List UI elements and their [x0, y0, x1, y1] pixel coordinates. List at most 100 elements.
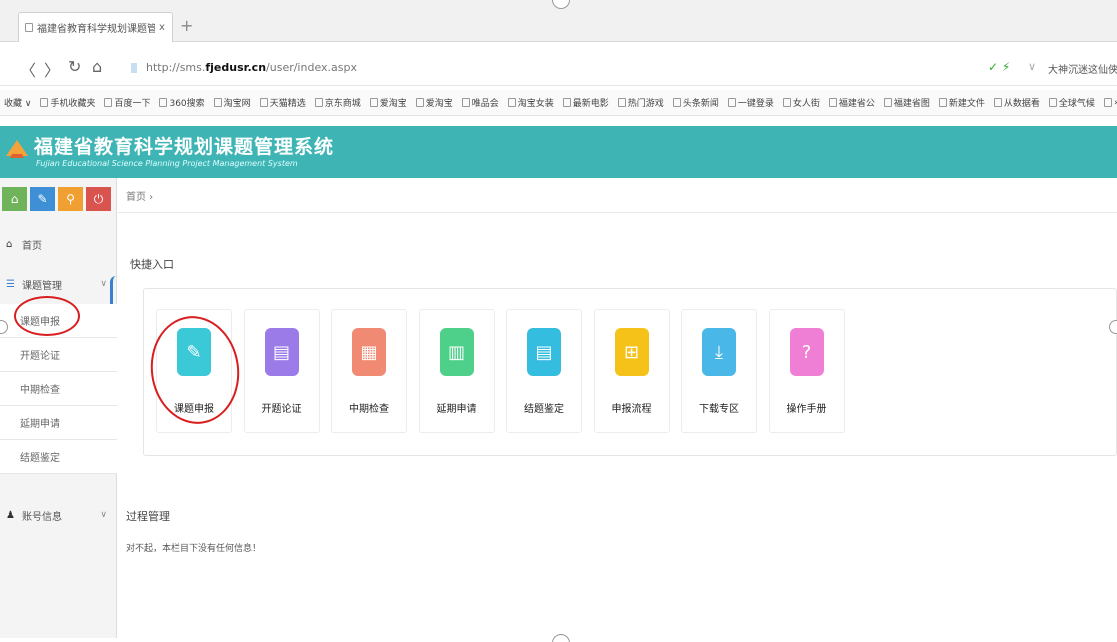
document-search-icon: ▦ [352, 328, 386, 376]
quick-entry-tile[interactable]: ▤ 结题鉴定 [506, 309, 582, 433]
bookmark-label: 最新电影 [572, 99, 609, 109]
quick-entry-tile[interactable]: ▦ 中期检查 [331, 309, 407, 433]
bookmark-label: 爱淘宝 [379, 99, 407, 109]
bookmark-item[interactable]: 手机收藏夹 [40, 96, 95, 109]
search-icon[interactable]: ⚲ [58, 187, 83, 211]
bookmark-label: 福建省图 [893, 99, 930, 109]
sidebar-item-label: 课题管理 [22, 280, 62, 292]
bookmark-item[interactable]: 京东商城 [314, 96, 361, 109]
quick-entry-tile[interactable]: ▥ 延期申请 [418, 309, 495, 433]
bookmark-item[interactable]: 女人街 [782, 96, 820, 109]
home-button[interactable]: ⌂ [92, 57, 102, 76]
sidebar-subitem[interactable]: 延期申请 [0, 406, 117, 440]
bookmark-item[interactable]: 唯品会 [461, 96, 499, 109]
bookmark-icon [159, 98, 168, 107]
site-info-icon[interactable] [131, 63, 137, 73]
power-icon[interactable]: ⏻ [86, 187, 111, 211]
page-icon [25, 23, 33, 32]
bookmark-icon [213, 98, 222, 107]
bookmark-label: 女人街 [792, 99, 820, 109]
sidebar-item-home[interactable]: ⌂ 首页 [0, 234, 117, 254]
tile-label: 开题论证 [261, 404, 302, 415]
bookmark-item[interactable]: 天猫精选 [259, 96, 306, 109]
home-icon[interactable]: ⌂ [2, 187, 27, 211]
reload-button[interactable]: ↻ [68, 57, 81, 76]
close-tab-icon[interactable]: x [159, 22, 165, 33]
sidebar-item-label: 账号信息 [22, 511, 62, 523]
tile-label: 操作手册 [786, 404, 827, 415]
address-bar: 〈 〉 ↻ ⌂ http://sms.fjedusr.cn/user/index… [0, 50, 1117, 86]
user-icon: ♟ [6, 509, 15, 521]
bookmarks-bar: 收藏 ∨ 手机收藏夹 百度一下 360搜索 淘宝网 天猫精选 京东商城 爱淘宝 爱淘宝 唯品会 淘宝… [0, 90, 1117, 116]
quick-entry-tile[interactable]: ▤ 开题论证 [243, 309, 320, 433]
sidebar-subitem[interactable]: 中期检查 [0, 372, 117, 406]
bookmark-label: 360搜索 [169, 99, 205, 109]
sidebar-item-label: 首页 [22, 240, 42, 252]
browser-tab[interactable]: 福建省教育科学规划课题管理系 x [18, 12, 173, 42]
bookmark-item[interactable]: 头条新闻 [672, 96, 719, 109]
bookmark-item[interactable]: 福建省图 [883, 96, 930, 109]
bookmark-item[interactable]: 淘宝女装 [507, 96, 554, 109]
addr-dropdown-icon[interactable]: ∨ [1028, 60, 1036, 73]
quick-entry-tile[interactable]: ⤓ 下载专区 [681, 309, 757, 433]
bookmark-item[interactable]: 淘宝网 [213, 96, 251, 109]
bookmark-label: 唯品会 [471, 99, 499, 109]
sidebar-item-project-mgmt[interactable]: ☰ 课题管理 ∨ [0, 274, 117, 294]
pencil-icon[interactable]: ✎ [30, 187, 55, 211]
bookmark-icon [40, 98, 49, 107]
bookmark-item[interactable]: 新建文件 [938, 96, 985, 109]
tile-label: 下载专区 [699, 404, 739, 415]
bookmark-icon [617, 98, 626, 107]
bookmark-icon [727, 98, 736, 107]
bookmark-icon [314, 98, 323, 107]
tile-label: 结题鉴定 [524, 404, 564, 415]
bookmark-label: 从数据看 [1003, 99, 1040, 109]
extension-icons[interactable]: ✓ ⚡ [988, 60, 1010, 74]
back-button[interactable]: 〈 [20, 57, 36, 81]
bookmark-icon [461, 98, 470, 107]
bookmark-label: 头条新闻 [682, 99, 719, 109]
bookmark-label: 手机收藏夹 [50, 99, 96, 109]
download-icon: ⤓ [702, 328, 736, 376]
resize-handle-right [1109, 320, 1117, 334]
sidebar: ⌂ ✎ ⚲ ⏻ ⌂ 首页 ☰ 课题管理 ∨ 课题申报 开题论证 中期检查 延期申请 结题鉴定 … [0, 178, 117, 638]
bookmark-item[interactable]: 福建省公 [828, 96, 875, 109]
sidebar-item-account[interactable]: ♟ 账号信息 ∨ [0, 498, 117, 532]
chevron-down-icon: ∨ [100, 279, 107, 289]
chevron-down-icon: ∨ [100, 510, 107, 520]
new-tab-button[interactable]: + [180, 16, 193, 35]
bookmark-item[interactable]: 从数据看 [993, 96, 1040, 109]
forward-button[interactable]: 〉 [44, 57, 60, 81]
bookmark-item[interactable]: 全球气候 [1048, 96, 1095, 109]
bookmark-item[interactable]: 最新电影 [562, 96, 609, 109]
bookmark-item[interactable]: 360搜索 [159, 96, 205, 109]
bookmark-icon [507, 98, 516, 107]
bookmark-item[interactable]: 爱淘宝 [369, 96, 407, 109]
app-title: 福建省教育科学规划课题管理系统 [34, 136, 335, 158]
bookmark-item[interactable]: 一键登录 [727, 96, 774, 109]
bookmark-item[interactable]: 百度一下 [104, 96, 150, 109]
bookmark-icon [259, 98, 268, 107]
book-icon: ▥ [439, 328, 474, 376]
search-suggestion[interactable]: 大神沉迷这仙侠 [1048, 61, 1117, 76]
quick-entry-tile[interactable]: ? 操作手册 [768, 309, 845, 433]
bookmark-icon [1103, 98, 1112, 107]
bookmark-item[interactable]: 热门游戏 [617, 96, 664, 109]
resize-handle-bottom [552, 634, 570, 642]
sidebar-subitem[interactable]: 开题论证 [0, 338, 117, 372]
help-icon: ? [789, 328, 824, 376]
bookmark-item[interactable]: 爱淘宝 [415, 96, 453, 109]
quick-entry-tile[interactable]: ⊞ 申报流程 [593, 309, 670, 433]
url-field[interactable]: http://sms.fjedusr.cn/user/index.aspx [146, 61, 357, 74]
bookmark-label: 新建文件 [948, 99, 985, 109]
breadcrumb[interactable]: 首页 › [126, 188, 153, 203]
bookmark-item[interactable]: » [1103, 98, 1117, 108]
flowchart-icon: ⊞ [614, 328, 649, 376]
app-header: 福建省教育科学规划课题管理系统 Fujian Educational Scien… [0, 126, 1117, 178]
bookmark-item[interactable]: 收藏 ∨ [4, 96, 31, 109]
sidebar-subitem[interactable]: 结题鉴定 [0, 440, 117, 474]
bookmark-label: 百度一下 [114, 99, 151, 109]
bookmark-label: 热门游戏 [627, 99, 664, 109]
bookmark-icon [883, 98, 892, 107]
bookmark-label: 淘宝网 [223, 99, 251, 109]
